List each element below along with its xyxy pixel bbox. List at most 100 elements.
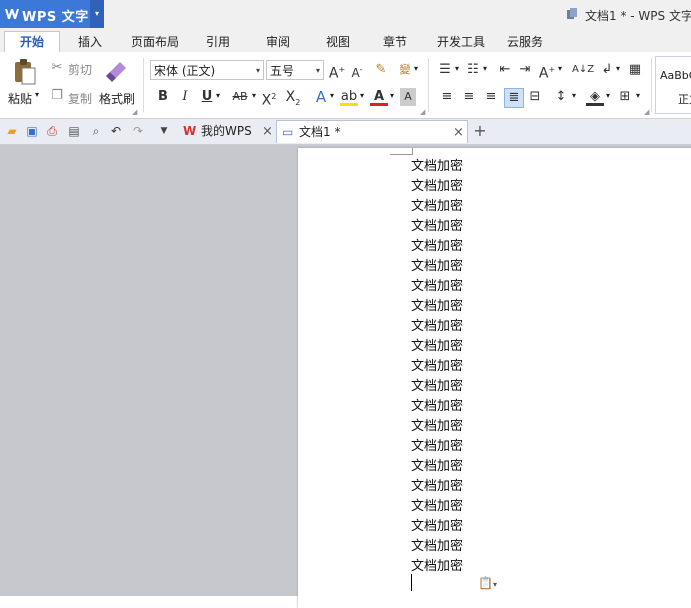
print-icon[interactable]: ▤ [66, 123, 82, 139]
tab-review[interactable]: 审阅 [256, 32, 300, 52]
character-shading-icon[interactable]: A [400, 88, 416, 106]
text-cursor [411, 574, 412, 591]
redo-icon[interactable]: ↷ [130, 123, 146, 139]
close-icon[interactable]: × [262, 120, 273, 143]
wps-app-menu-button[interactable]: WPS 文字 ▾ [0, 0, 104, 28]
justify-icon[interactable]: ≣ [504, 88, 524, 108]
text-effects-icon[interactable]: A [312, 88, 330, 106]
doc-tab-document1[interactable]: ▭ 文档1 * × [276, 120, 468, 143]
app-menu-dropdown-icon[interactable]: ▾ [90, 0, 104, 28]
new-tab-plus-icon[interactable]: + [472, 123, 488, 139]
tab-insert[interactable]: 插入 [68, 32, 112, 52]
clipboard-group-launcher-icon[interactable]: ◢ [132, 108, 137, 116]
paragraph-group-launcher-icon[interactable]: ◢ [644, 108, 649, 116]
open-folder-icon[interactable]: ▰ [4, 123, 20, 139]
paste-options-icon[interactable]: 📋▾ [478, 576, 497, 590]
highlight-icon[interactable]: ab [340, 88, 358, 106]
chevron-down-icon[interactable]: ▾ [483, 64, 487, 73]
subscript-icon[interactable]: X2 [284, 88, 302, 107]
font-color-icon[interactable]: A [370, 88, 388, 106]
document-line: 文档加密 [411, 219, 464, 234]
font-group-launcher-icon[interactable]: ◢ [420, 108, 425, 116]
tab-home[interactable]: 开始 [4, 31, 60, 53]
align-right-icon[interactable]: ≡ [482, 88, 500, 106]
sogou-logo-icon: S [512, 507, 546, 541]
distributed-align-icon[interactable]: ⊟ [526, 88, 544, 106]
customize-toolbar-dropdown-icon[interactable]: ▼ [156, 123, 172, 139]
chevron-down-icon[interactable]: ▾ [572, 91, 576, 100]
margin-corner-mark [390, 148, 413, 155]
shrink-font-icon[interactable]: A- [348, 61, 366, 80]
font-size-select[interactable]: 五号 ▾ [266, 60, 324, 80]
phonetic-guide-icon[interactable]: 變 [396, 61, 414, 79]
sogou-watermark: S 搜狗指南 zhinan.sogou.com [512, 505, 682, 571]
chevron-down-icon[interactable]: ▾ [414, 64, 418, 73]
chevron-down-icon[interactable]: ▾ [252, 91, 256, 100]
paste-button[interactable]: 粘贴 [8, 90, 32, 107]
print-preview-icon[interactable]: ⌕ [88, 123, 104, 139]
tab-page-layout[interactable]: 页面布局 [124, 32, 186, 52]
chevron-down-icon[interactable]: ▾ [360, 91, 364, 100]
copy-icon[interactable]: ❐ [48, 87, 66, 105]
cut-button[interactable]: 剪切 [68, 61, 92, 78]
style-normal-gallery-item[interactable]: AaBbC 正文 [655, 56, 691, 114]
font-name-select[interactable]: 宋体 (正文) ▾ [150, 60, 264, 80]
strikethrough-icon[interactable]: AB [228, 88, 252, 106]
tab-references[interactable]: 引用 [196, 32, 240, 52]
tab-view[interactable]: 视图 [316, 32, 360, 52]
chevron-down-icon[interactable]: ▾ [455, 64, 459, 73]
font-name-value: 宋体 (正文) [154, 64, 216, 78]
save-icon[interactable]: ▣ [24, 123, 40, 139]
tab-chapter[interactable]: 章节 [373, 32, 417, 52]
bullets-icon[interactable]: ☰ [436, 61, 454, 79]
undo-icon[interactable]: ↶ [108, 123, 124, 139]
scissors-icon[interactable]: ✂ [48, 59, 66, 77]
document-line: 文档加密 [411, 359, 464, 374]
chevron-down-icon[interactable]: ▾ [390, 91, 394, 100]
align-center-icon[interactable]: ≡ [460, 88, 478, 106]
bold-icon[interactable]: B [154, 88, 172, 106]
underline-icon[interactable]: U [198, 88, 216, 106]
document-line: 文档加密 [411, 399, 464, 414]
sort-icon[interactable]: A↓Z [572, 61, 594, 79]
chevron-down-icon[interactable]: ▾ [636, 91, 640, 100]
chevron-down-icon[interactable]: ▾ [558, 64, 562, 73]
superscript-icon[interactable]: X2 [260, 88, 278, 109]
copy-button[interactable]: 复制 [68, 90, 92, 107]
paragraph-shading-icon[interactable]: ◈ [586, 88, 604, 106]
document-line: 文档加密 [411, 419, 464, 434]
close-icon[interactable]: × [453, 121, 464, 144]
document-icon [567, 8, 577, 19]
paste-dropdown-icon[interactable]: ▾ [35, 90, 39, 99]
increase-indent-icon[interactable]: ⇥ [516, 61, 534, 79]
numbering-icon[interactable]: ☷ [464, 61, 482, 79]
borders-icon[interactable]: ⊞ [616, 88, 634, 106]
italic-icon[interactable]: I [176, 88, 194, 106]
paste-icon[interactable] [12, 58, 38, 86]
quick-access-and-doc-tabs-bar: ▰ ▣ ⎙ ▤ ⌕ ↶ ↷ ▼ W 我的WPS × ▭ 文档1 * × + [0, 119, 691, 145]
chevron-down-icon[interactable]: ▾ [330, 91, 334, 100]
style-normal-label: 正文 [678, 93, 691, 106]
tab-cloud-services[interactable]: 云服务 [500, 32, 550, 52]
format-painter-button[interactable]: 格式刷 [99, 90, 135, 107]
document-line: 文档加密 [411, 259, 464, 274]
table-icon[interactable]: ▦ [626, 61, 644, 79]
decrease-indent-icon[interactable]: ⇤ [496, 61, 514, 79]
format-painter-icon[interactable] [106, 58, 130, 84]
document-line: 文档加密 [411, 539, 464, 554]
group-divider [651, 58, 652, 112]
show-marks-icon[interactable]: ↲ [598, 61, 616, 79]
change-case-icon[interactable]: A+ [538, 61, 556, 82]
chevron-down-icon[interactable]: ▾ [606, 91, 610, 100]
chevron-down-icon[interactable]: ▾ [216, 91, 220, 100]
line-spacing-icon[interactable]: ↕ [552, 88, 570, 106]
document-line: 文档加密 [411, 459, 464, 474]
doc-tab-my-wps[interactable]: W 我的WPS × [178, 120, 274, 143]
chevron-down-icon[interactable]: ▾ [616, 64, 620, 73]
window-title: 文档1 * - WPS 文字 [585, 9, 691, 23]
grow-font-icon[interactable]: A+ [328, 61, 346, 82]
tab-developer-tools[interactable]: 开发工具 [430, 32, 492, 52]
align-left-icon[interactable]: ≡ [438, 88, 456, 106]
export-pdf-icon[interactable]: ⎙ [44, 123, 60, 139]
clear-formatting-icon[interactable]: ✎ [372, 61, 390, 79]
